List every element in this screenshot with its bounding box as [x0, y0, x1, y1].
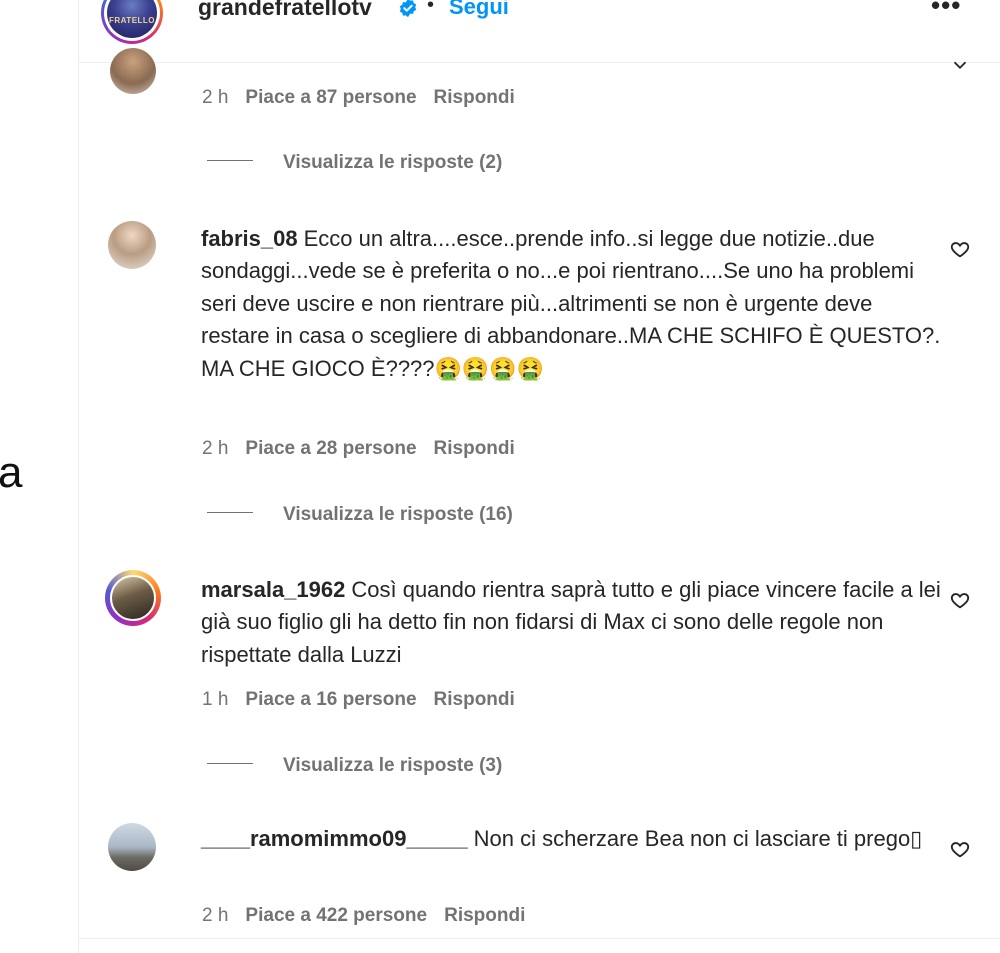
- view-replies-label: Visualizza le risposte (3): [283, 755, 503, 776]
- heart-icon[interactable]: [949, 838, 971, 860]
- comment-avatar-partial[interactable]: [110, 48, 156, 94]
- account-username[interactable]: grandefratellotv: [198, 0, 372, 21]
- comment-time: 2 h: [202, 87, 229, 108]
- comment-meta: 2 h Piace a 28 persone Rispondi: [202, 438, 532, 460]
- comment-time: 2 h: [202, 438, 229, 459]
- view-replies-button[interactable]: Visualizza le risposte (3): [207, 755, 502, 777]
- follow-button[interactable]: Segui: [449, 0, 509, 20]
- comment-body: marsala_1962 Così quando rientra saprà tu…: [201, 574, 941, 671]
- comment-avatar[interactable]: [108, 823, 156, 871]
- reply-button[interactable]: Rispondi: [434, 438, 515, 459]
- comment-likes[interactable]: Piace a 16 persone: [245, 689, 416, 710]
- replies-divider-line: [207, 763, 253, 765]
- view-replies-label: Visualizza le risposte (16): [283, 504, 513, 525]
- comment-text: Non ci scherzare Bea non ci lasciare ti …: [473, 826, 923, 851]
- comment-avatar: [110, 575, 156, 621]
- comment-likes[interactable]: Piace a 28 persone: [245, 438, 416, 459]
- comment-username[interactable]: fabris_08: [201, 226, 298, 251]
- comment-likes[interactable]: Piace a 87 persone: [245, 87, 416, 108]
- partial-caption-text: a: [0, 448, 23, 497]
- left-content-strip: a: [0, 0, 79, 953]
- comment-avatar-story-ring[interactable]: [105, 570, 161, 626]
- comment-meta: 1 h Piace a 16 persone Rispondi: [202, 689, 532, 711]
- comment-time: 1 h: [202, 689, 229, 710]
- comment-body: ____ramomimmo09_____ Non ci scherzare Bea…: [201, 823, 941, 855]
- reply-button[interactable]: Rispondi: [434, 689, 515, 710]
- comment-meta: 2 h Piace a 422 persone Rispondi: [202, 905, 542, 927]
- reply-button[interactable]: Rispondi: [444, 905, 525, 926]
- comment-body: fabris_08 Ecco un altra....esce..prende i…: [201, 223, 941, 385]
- panel-bottom-divider: [79, 938, 1000, 939]
- heart-icon[interactable]: [949, 54, 971, 76]
- view-replies-button[interactable]: Visualizza le risposte (2): [207, 152, 502, 174]
- comment-time: 2 h: [202, 905, 229, 926]
- comment-meta: 2 h Piace a 87 persone Rispondi: [202, 87, 532, 109]
- comments-panel: FRATELLO grandefratellotv • Segui ••• 2 …: [79, 0, 1000, 953]
- comment-avatar[interactable]: [108, 221, 156, 269]
- verified-badge-icon: [399, 0, 417, 18]
- heart-icon[interactable]: [949, 589, 971, 611]
- comment-likes[interactable]: Piace a 422 persone: [245, 905, 427, 926]
- view-replies-button[interactable]: Visualizza le risposte (16): [207, 504, 513, 526]
- comment-username[interactable]: ____ramomimmo09_____: [201, 826, 468, 851]
- header-separator: •: [427, 0, 435, 16]
- replies-divider-line: [207, 512, 253, 514]
- account-avatar-image: FRATELLO: [107, 0, 157, 38]
- comment-text: Ecco un altra....esce..prende info..si l…: [201, 226, 941, 381]
- account-avatar[interactable]: FRATELLO: [101, 0, 163, 44]
- reply-button[interactable]: Rispondi: [434, 87, 515, 108]
- avatar-logo-text: FRATELLO: [108, 16, 156, 25]
- heart-icon[interactable]: [949, 238, 971, 260]
- replies-divider-line: [207, 160, 253, 162]
- more-options-icon[interactable]: •••: [931, 0, 961, 21]
- comment-username[interactable]: marsala_1962: [201, 577, 345, 602]
- post-header: FRATELLO grandefratellotv • Segui •••: [79, 0, 1000, 63]
- view-replies-label: Visualizza le risposte (2): [283, 152, 503, 173]
